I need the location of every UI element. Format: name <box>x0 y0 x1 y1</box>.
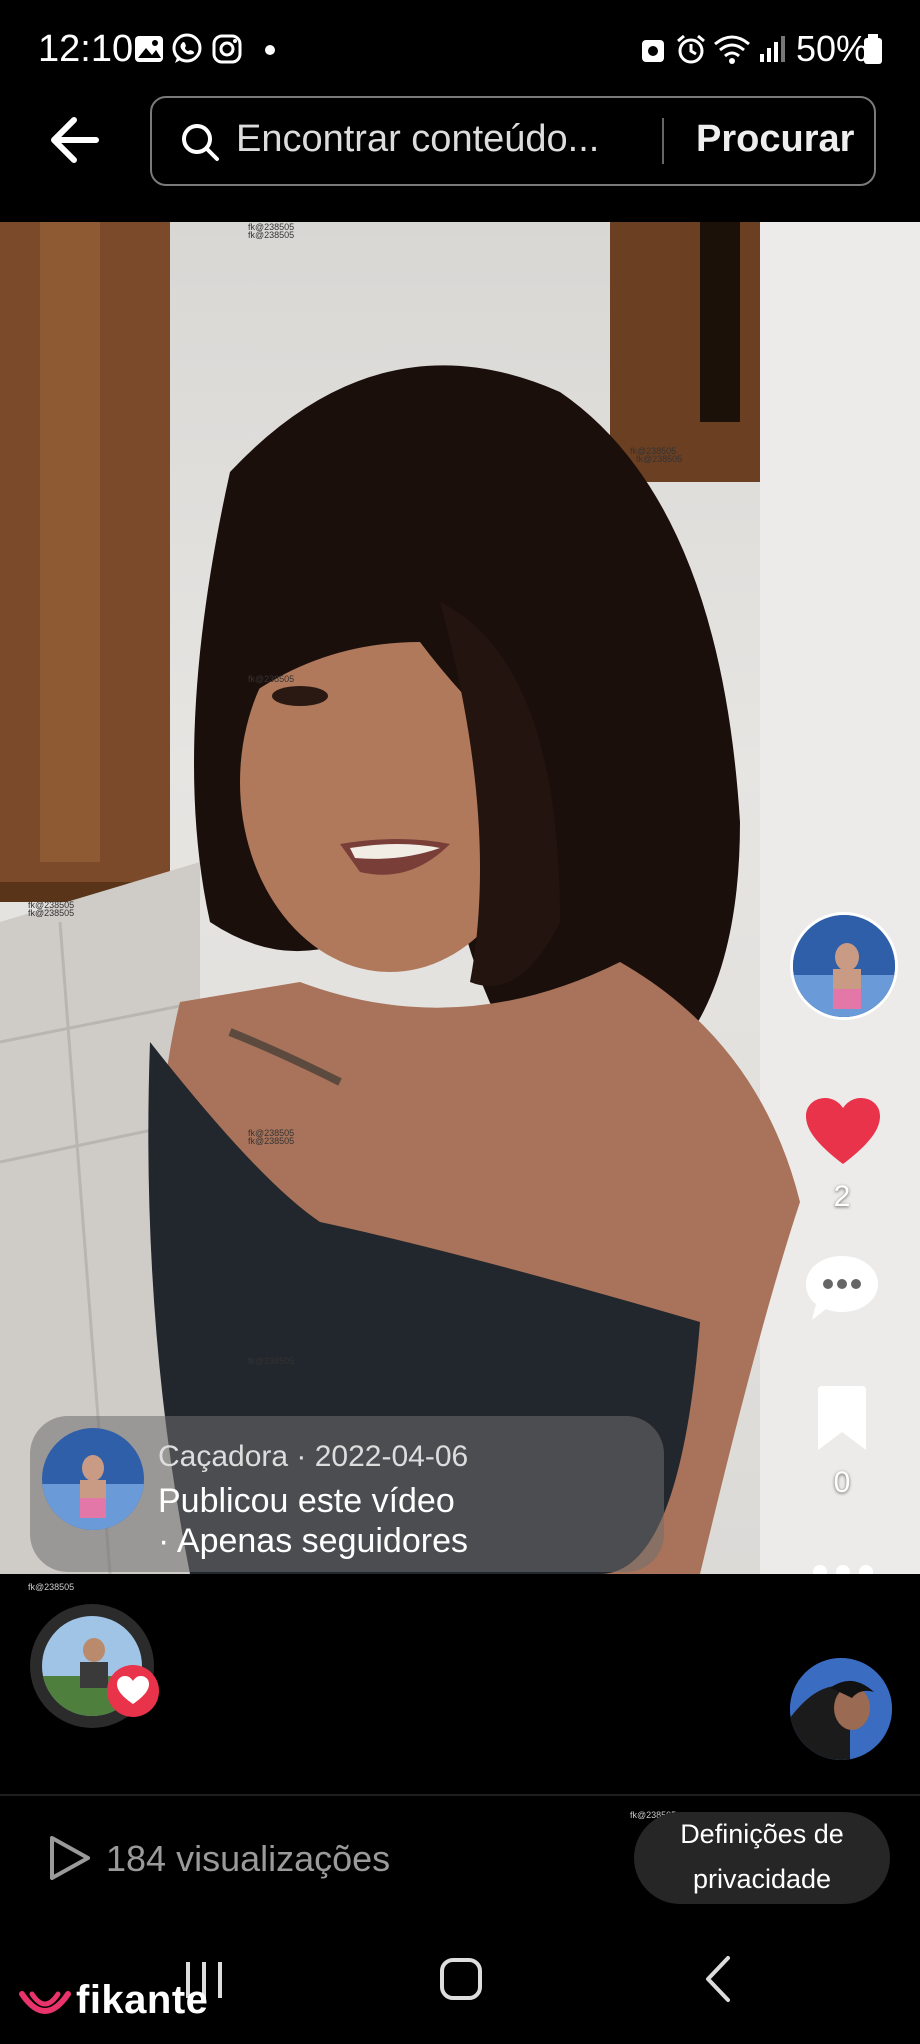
bookmark-count: 0 <box>833 1466 851 1499</box>
suggested-profile-image <box>790 1658 892 1760</box>
back-arrow-button[interactable] <box>44 100 116 180</box>
play-icon <box>50 1836 90 1880</box>
watermark: fk@238505 <box>248 1356 295 1366</box>
watermark: fk@238505 <box>28 908 75 918</box>
like-count: 2 <box>833 1180 851 1213</box>
publisher-action-text: Publicou este vídeo <box>158 1482 455 1520</box>
heart-badge-icon <box>107 1665 159 1717</box>
gallery-icon <box>135 36 163 62</box>
comment-icon[interactable] <box>804 1254 880 1326</box>
creator-avatar-button[interactable] <box>790 912 898 1020</box>
whatsapp-icon <box>172 33 202 63</box>
watermark: fk@238505 <box>248 1136 295 1146</box>
notification-dot-icon <box>265 45 275 55</box>
publisher-name-date: Caçadora · 2022-04-06 <box>158 1440 469 1473</box>
fikante-logo-icon <box>19 1991 71 2014</box>
publisher-visibility-text: · Apenas seguidores <box>158 1522 468 1560</box>
watermark: fk@238505 <box>28 1582 75 1592</box>
publisher-avatar-image <box>42 1428 144 1530</box>
search-input[interactable]: Encontrar conteúdo... <box>236 118 599 161</box>
divider <box>0 1794 920 1796</box>
battery-icon <box>864 34 882 64</box>
watermark: fk@238505 <box>636 454 683 464</box>
status-time: 12:10 <box>38 28 134 70</box>
more-options-icon[interactable] <box>812 1564 874 1574</box>
alarm-icon <box>677 34 705 64</box>
watermark: fk@238505 <box>248 674 295 684</box>
watermark: fk@238505 <box>248 230 295 240</box>
suggested-profile-avatar[interactable] <box>790 1658 892 1760</box>
publisher-card[interactable]: Caçadora · 2022-04-06 Publicou este víde… <box>30 1416 664 1572</box>
search-divider <box>662 118 664 164</box>
video-player[interactable]: fk@238505 fk@238505 fk@238505 fk@238505 … <box>0 222 920 1574</box>
view-count: 184 visualizações <box>106 1838 391 1879</box>
home-button[interactable] <box>438 1956 484 2002</box>
nav-back-button[interactable] <box>700 1954 736 2004</box>
bookmark-icon[interactable] <box>814 1386 870 1452</box>
search-bar[interactable]: Encontrar conteúdo... Procurar <box>150 96 876 186</box>
like-icon[interactable] <box>806 1098 880 1166</box>
video-frame <box>0 222 920 1574</box>
battery-percent: 50% <box>796 28 869 69</box>
privacy-settings-button[interactable]: Definições de privacidade <box>634 1812 890 1904</box>
publisher-avatar[interactable] <box>42 1428 144 1530</box>
fikante-logo: fikante <box>76 1978 209 2022</box>
status-bar: 12:10 50% <box>0 0 920 96</box>
privacy-button-line2: privacidade <box>692 1864 832 1894</box>
privacy-button-line1: Definições de <box>680 1819 844 1849</box>
wifi-icon <box>714 35 750 64</box>
search-button[interactable]: Procurar <box>696 118 854 161</box>
lock-icon <box>642 40 664 62</box>
signal-icon <box>760 36 785 62</box>
search-icon <box>182 124 219 161</box>
instagram-icon <box>212 34 242 64</box>
